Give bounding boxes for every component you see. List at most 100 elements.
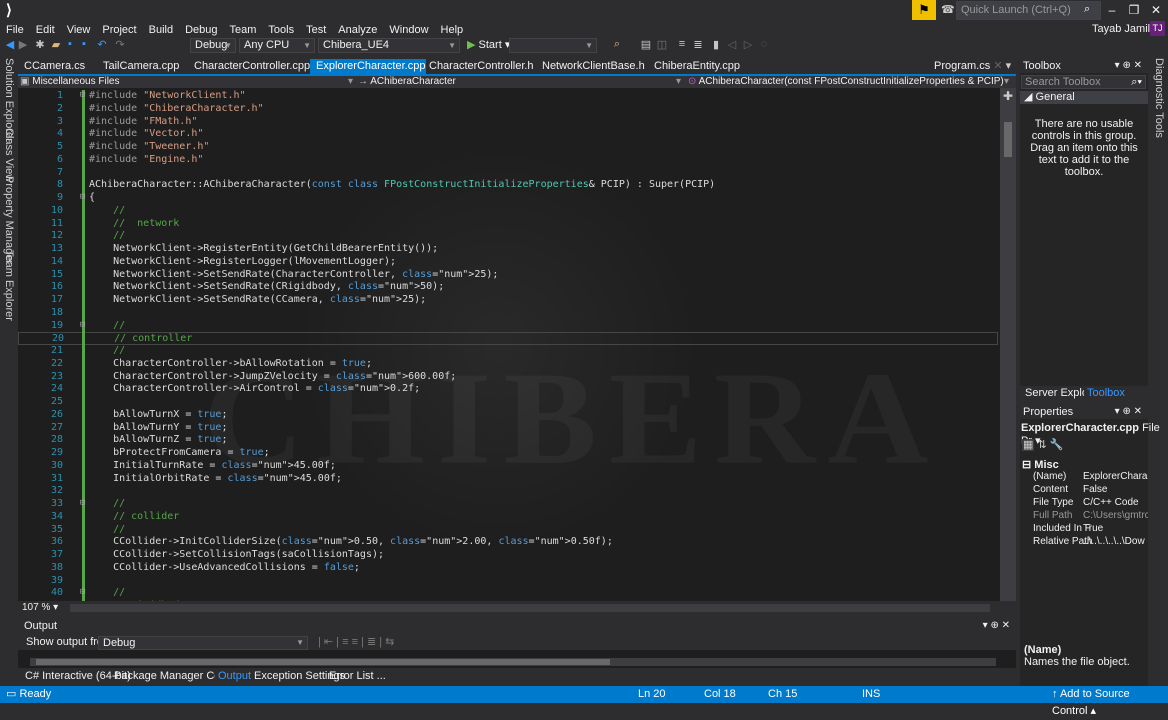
solution-config-icon[interactable]: ▤: [640, 38, 652, 52]
code-line[interactable]: 5 #include "Tweener.h": [18, 141, 998, 154]
code-line[interactable]: 22 CharacterController->bAllowRotation =…: [18, 358, 998, 371]
code-line[interactable]: 24 CharacterController->AirControl = cla…: [18, 383, 998, 396]
code-line[interactable]: 2 #include "ChiberaCharacter.h": [18, 103, 998, 116]
code-line[interactable]: 40 //: [18, 587, 998, 600]
split-editor-icon[interactable]: ✚: [1003, 89, 1013, 103]
code-line[interactable]: 14 NetworkClient->RegisterLogger(lMoveme…: [18, 256, 998, 269]
doc-tab-tailcamera[interactable]: TailCamera.cpp: [97, 59, 187, 74]
output-scroll-thumb[interactable]: [36, 659, 610, 665]
code-line[interactable]: 9{: [18, 192, 998, 205]
menu-test[interactable]: Test: [300, 23, 332, 37]
output-source-select[interactable]: Debug ▼: [98, 636, 308, 650]
menu-team[interactable]: Team: [224, 23, 263, 37]
code-line[interactable]: 29 bProtectFromCamera = true;: [18, 447, 998, 460]
code-line[interactable]: 17 NetworkClient->SetSendRate(CCamera, c…: [18, 294, 998, 307]
code-line[interactable]: 13 NetworkClient->RegisterEntity(GetChil…: [18, 243, 998, 256]
prev-bookmark-icon[interactable]: ◁: [726, 38, 738, 52]
code-line[interactable]: 34 // collider: [18, 511, 998, 524]
menu-build[interactable]: Build: [143, 23, 179, 37]
menu-file[interactable]: File: [0, 23, 30, 37]
property-row[interactable]: Full Path C:\Users\gmtrc\: [1020, 510, 1148, 522]
menu-tools[interactable]: Tools: [262, 23, 300, 37]
tab-toolbox[interactable]: Toolbox: [1084, 386, 1128, 400]
doc-tab-explorercharacter[interactable]: ExplorerCharacter.cpp ⊕ ✕: [310, 59, 426, 87]
code-line[interactable]: 7: [18, 167, 998, 180]
code-line[interactable]: 23 CharacterController->JumpZVelocity = …: [18, 371, 998, 384]
platform-select[interactable]: Any CPU ▼: [239, 38, 315, 53]
clear-bookmarks-icon[interactable]: ◌: [758, 38, 770, 52]
fold-toggle-icon[interactable]: ⊟: [80, 192, 85, 202]
property-pages-icon[interactable]: 🔧: [1050, 439, 1064, 451]
output-tool-icons[interactable]: | ⇤ | ≡ ≡ | ≣ | ⇆: [318, 635, 394, 648]
menu-help[interactable]: Help: [435, 23, 470, 37]
code-line[interactable]: 10 //: [18, 205, 998, 218]
code-line[interactable]: 28 bAllowTurnZ = true;: [18, 434, 998, 447]
menu-analyze[interactable]: Analyze: [332, 23, 383, 37]
code-line[interactable]: 6 #include "Engine.h": [18, 154, 998, 167]
menu-window[interactable]: Window: [383, 23, 434, 37]
fold-toggle-icon[interactable]: ⊟: [80, 498, 85, 508]
class-dropdown[interactable]: → AChiberaCharacter: [358, 76, 678, 88]
toggle-breakpoint-icon[interactable]: ◫: [656, 38, 668, 52]
minimize-button[interactable]: ‒: [1101, 1, 1123, 19]
doc-tab-networkclientbase[interactable]: NetworkClientBase.h: [536, 59, 654, 74]
doc-tab-chiberaentity[interactable]: ChiberaEntity.cpp: [648, 59, 763, 74]
add-to-source-control-button[interactable]: ↑ Add to Source Control ▴: [1052, 686, 1168, 720]
code-line[interactable]: 1 #include "NetworkClient.h": [18, 90, 998, 103]
code-line[interactable]: 15 NetworkClient->SetSendRate(CharacterC…: [18, 269, 998, 282]
next-bookmark-icon[interactable]: ▷: [742, 38, 754, 52]
debug-target-select[interactable]: ▼: [509, 38, 597, 53]
properties-category[interactable]: ⊟ Misc: [1022, 458, 1059, 471]
property-row[interactable]: Included In F True: [1020, 523, 1148, 535]
current-code-line[interactable]: 20 // controller: [18, 332, 998, 345]
doc-tab-program-cs[interactable]: Program.cs ✕ ▾: [928, 59, 1016, 74]
code-line[interactable]: 27 bAllowTurnY = true;: [18, 422, 998, 435]
menu-debug[interactable]: Debug: [179, 23, 223, 37]
startup-project-select[interactable]: Chibera_UE4 ▼: [318, 38, 460, 53]
code-line[interactable]: 33 //: [18, 498, 998, 511]
code-editor[interactable]: CHIBERA 1#include "NetworkClient.h"2#inc…: [18, 88, 1008, 601]
editor-scroll-thumb[interactable]: [1004, 122, 1012, 157]
code-line[interactable]: 25: [18, 396, 998, 409]
chevron-down-icon[interactable]: ▾: [676, 76, 681, 88]
categorized-icon[interactable]: ▦: [1022, 439, 1035, 451]
code-line[interactable]: 30 InitialTurnRate = class="num">45.00f;: [18, 460, 998, 473]
fold-toggle-icon[interactable]: ⊟: [80, 320, 85, 330]
toolbox-search-input[interactable]: Search Toolbox ⌕▾: [1021, 75, 1146, 89]
bookmark-icon[interactable]: ▮: [710, 38, 722, 52]
save-icon[interactable]: ▪: [64, 38, 76, 52]
user-name[interactable]: Tayab Jamil ▾: [1092, 22, 1159, 35]
doc-tab-charactercontroller-cpp[interactable]: CharacterController.cpp: [188, 59, 312, 74]
editor-horizontal-scrollbar[interactable]: [70, 604, 990, 612]
start-debug-button[interactable]: ▶ Start ▾: [467, 38, 510, 51]
code-line[interactable]: 8 AChiberaCharacter::AChiberaCharacter(co…: [18, 179, 998, 192]
fold-toggle-icon[interactable]: ⊟: [80, 587, 85, 597]
avatar[interactable]: TJ: [1150, 21, 1165, 36]
redo-icon[interactable]: ↷: [114, 38, 126, 52]
code-line[interactable]: 38 CCollider->UseAdvancedCollisions = fa…: [18, 562, 998, 575]
code-line[interactable]: 18: [18, 307, 998, 320]
menu-project[interactable]: Project: [96, 23, 142, 37]
code-line[interactable]: 35 //: [18, 524, 998, 537]
code-line[interactable]: 21 //: [18, 345, 998, 358]
tab-error-list[interactable]: Error List ...: [326, 669, 389, 683]
toolbox-group-general[interactable]: ◢ General: [1020, 91, 1148, 104]
user-name-label[interactable]: Tayab Jamil: [1092, 23, 1150, 35]
tab-output[interactable]: Output: [215, 669, 255, 683]
pane-controls[interactable]: ▾ ⊕ ✕: [1115, 405, 1142, 419]
chevron-down-icon[interactable]: ▾: [348, 76, 353, 88]
undo-icon[interactable]: ↶: [96, 38, 108, 52]
save-all-icon[interactable]: ▪: [78, 38, 90, 52]
tab-team-explorer[interactable]: Team Explorer: [3, 250, 15, 321]
code-line[interactable]: 4 #include "Vector.h": [18, 128, 998, 141]
code-line[interactable]: 19 //: [18, 320, 998, 333]
notifications-flag-icon[interactable]: ⚑: [912, 0, 936, 20]
comment-icon[interactable]: ≡: [676, 38, 688, 52]
code-line[interactable]: 37 CCollider->SetCollisionTags(saCollisi…: [18, 549, 998, 562]
code-line[interactable]: 31 InitialOrbitRate = class="num">45.00f…: [18, 473, 998, 486]
quick-launch-input[interactable]: Quick Launch (Ctrl+Q): [956, 1, 1101, 20]
code-line[interactable]: 12 //: [18, 230, 998, 243]
code-line[interactable]: 26 bAllowTurnX = true;: [18, 409, 998, 422]
forward-icon[interactable]: ▶: [17, 38, 29, 52]
doc-tab-charactercontroller-h[interactable]: CharacterController.h: [423, 59, 541, 74]
